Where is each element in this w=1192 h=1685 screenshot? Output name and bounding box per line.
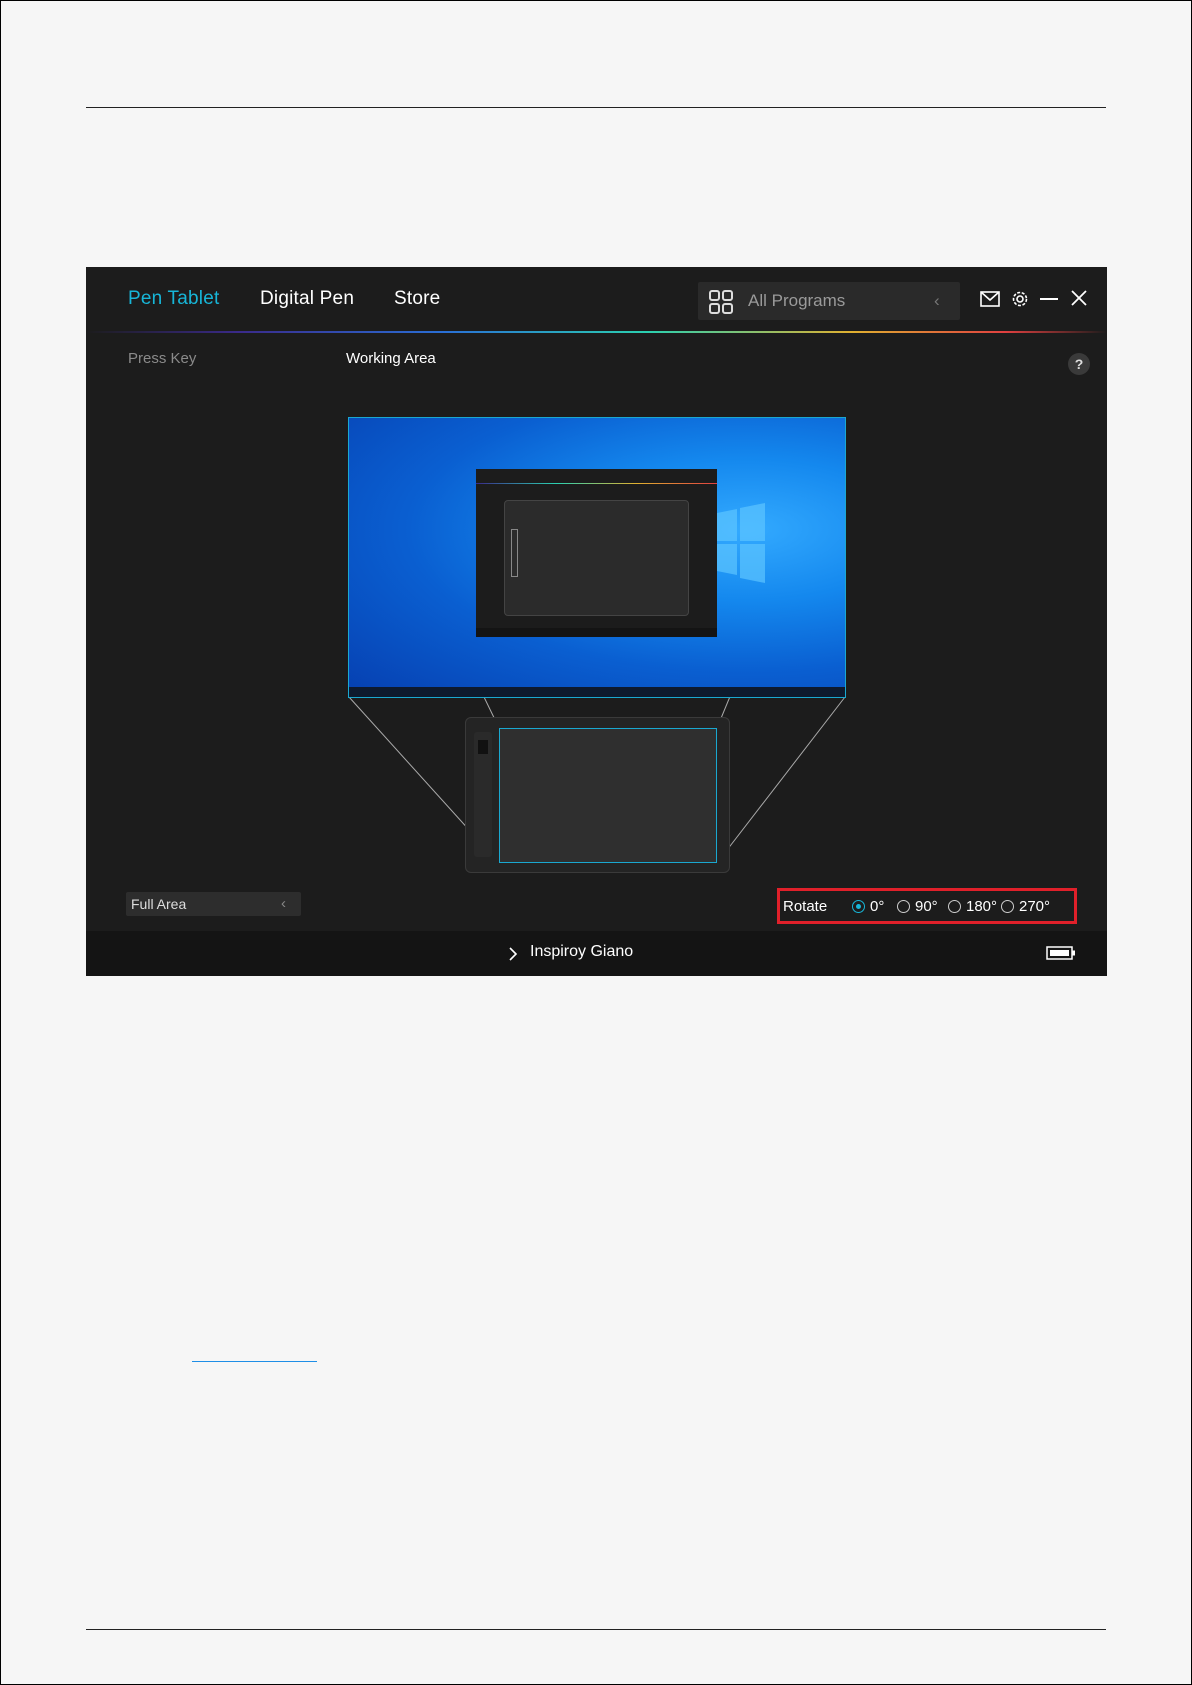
rotate-radio-180[interactable]: [948, 900, 961, 913]
rotate-label-90: 90°: [915, 898, 938, 915]
tablet-active-area[interactable]: [499, 728, 717, 863]
footer-rule: [86, 1629, 1106, 1630]
rotate-label-180: 180°: [966, 898, 998, 915]
device-name[interactable]: Inspiroy Giano: [530, 943, 633, 961]
chevron-right-icon[interactable]: [508, 946, 518, 962]
rotate-label: Rotate: [783, 898, 828, 915]
rotate-radio-270[interactable]: [1001, 900, 1014, 913]
mini-tablet-preview: [504, 500, 689, 616]
device-bar: Inspiroy Giano: [86, 931, 1107, 976]
rotate-label-0: 0°: [870, 898, 885, 915]
area-select[interactable]: Full Area ‹: [126, 892, 301, 916]
driver-app-window: Pen Tablet Digital Pen Store All Program…: [86, 267, 1107, 976]
area-select-value: Full Area: [131, 896, 187, 912]
mini-app-window: [476, 469, 717, 637]
rotate-options: Rotate 0° 90° 180° 270°: [777, 888, 1077, 924]
monitor-preview: [348, 417, 846, 698]
rotate-radio-0[interactable]: [852, 900, 865, 913]
battery-icon: [1046, 946, 1075, 960]
tablet-express-keys: [474, 732, 492, 857]
rotate-radio-90[interactable]: [897, 900, 910, 913]
link-underline[interactable]: [192, 1361, 317, 1362]
windows-logo-icon: [717, 503, 765, 583]
rotate-label-270: 270°: [1019, 898, 1051, 915]
chevron-left-icon: ‹: [281, 895, 286, 912]
header-rule: [86, 107, 1106, 108]
taskbar: [349, 687, 845, 697]
